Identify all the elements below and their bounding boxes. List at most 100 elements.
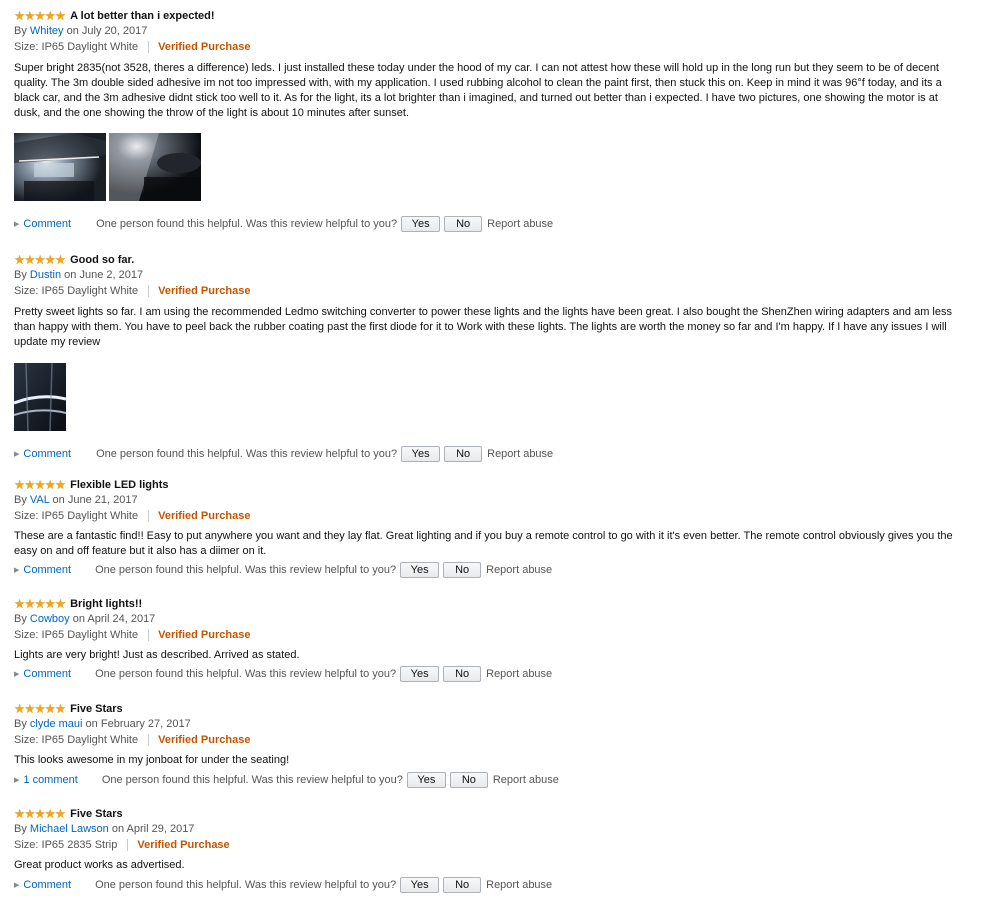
divider	[148, 510, 150, 522]
star-rating[interactable]: ★ ★ ★ ★ ★	[14, 8, 67, 23]
star-rating[interactable]: ★ ★ ★ ★ ★	[14, 806, 67, 821]
on-label: on	[52, 494, 65, 506]
on-label: on	[72, 613, 85, 625]
verified-purchase-badge: Verified Purchase	[158, 41, 251, 53]
divider	[148, 734, 150, 746]
helpful-yes-button[interactable]: Yes	[400, 562, 440, 578]
review-size: Size: IP65 Daylight White	[14, 285, 139, 297]
review-images	[14, 363, 989, 431]
star-icon: ★	[54, 701, 67, 716]
report-abuse-link[interactable]: Report abuse	[493, 774, 559, 786]
triangle-right-icon: ▶	[14, 777, 20, 784]
helpful-yes-button[interactable]: Yes	[400, 666, 440, 682]
review-5: ★ ★ ★ ★ ★ Five Stars By clyde maui on Februa…	[14, 700, 989, 768]
star-rating[interactable]: ★ ★ ★ ★ ★	[14, 477, 67, 492]
review-title[interactable]: A lot better than i expected!	[70, 10, 214, 22]
review-body: Super bright 2835(not 3528, theres a dif…	[14, 62, 942, 119]
helpful-no-button[interactable]: No	[444, 446, 483, 462]
helpful-yes-button[interactable]: Yes	[400, 877, 440, 893]
star-icon: ★	[54, 477, 67, 492]
review-size: Size: IP65 Daylight White	[14, 41, 139, 53]
triangle-right-icon: ▶	[14, 451, 20, 458]
report-abuse-link[interactable]: Report abuse	[487, 448, 553, 460]
divider	[127, 839, 129, 851]
review-title-row: ★ ★ ★ ★ ★ Bright lights!!	[14, 595, 989, 612]
review-actions: ▶ Comment One person found this helpful.…	[14, 445, 553, 463]
review-size: Size: IP65 Daylight White	[14, 629, 139, 641]
helpful-yes-button[interactable]: Yes	[401, 216, 441, 232]
star-rating[interactable]: ★ ★ ★ ★ ★	[14, 701, 67, 716]
review-body: Lights are very bright! Just as describe…	[14, 649, 300, 661]
review-6: ★ ★ ★ ★ ★ Five Stars By Michael Lawson on Ap…	[14, 805, 989, 873]
helpful-no-button[interactable]: No	[449, 772, 488, 788]
review-author-link[interactable]: Dustin	[30, 269, 61, 281]
report-abuse-link[interactable]: Report abuse	[486, 879, 552, 891]
helpful-text: One person found this helpful. Was this …	[96, 448, 398, 460]
review-title-row: ★ ★ ★ ★ ★ A lot better than i expected!	[14, 7, 989, 24]
review-author-link[interactable]: VAL	[30, 494, 50, 506]
by-label: By	[14, 718, 27, 730]
review-author-link[interactable]: Whitey	[30, 25, 64, 37]
star-icon: ★	[54, 596, 67, 611]
review-meta: By Whitey on July 20, 2017	[14, 24, 989, 39]
divider	[148, 629, 150, 641]
verified-purchase-badge: Verified Purchase	[158, 285, 251, 297]
review-author-link[interactable]: Cowboy	[30, 613, 70, 625]
verified-purchase-badge: Verified Purchase	[158, 510, 251, 522]
helpful-no-button[interactable]: No	[444, 216, 483, 232]
star-icon: ★	[54, 806, 67, 821]
verified-purchase-badge: Verified Purchase	[137, 839, 230, 851]
comment-link[interactable]: 1 comment	[23, 774, 77, 786]
review-title[interactable]: Five Stars	[70, 808, 123, 820]
helpful-no-button[interactable]: No	[443, 877, 482, 893]
review-size-row: Size: IP65 2835 Strip Verified Purchase	[14, 837, 989, 853]
review-image-light-throw[interactable]	[109, 133, 201, 201]
review-title[interactable]: Bright lights!!	[70, 598, 142, 610]
report-abuse-link[interactable]: Report abuse	[486, 668, 552, 680]
helpful-yes-button[interactable]: Yes	[406, 772, 446, 788]
star-icon: ★	[54, 8, 67, 23]
review-size: Size: IP65 Daylight White	[14, 510, 139, 522]
review-size-row: Size: IP65 Daylight White Verified Purch…	[14, 508, 989, 524]
review-date: April 29, 2017	[126, 823, 195, 835]
triangle-right-icon: ▶	[14, 882, 20, 889]
helpful-text: One person found this helpful. Was this …	[101, 774, 403, 786]
review-title[interactable]: Good so far.	[70, 254, 134, 266]
review-date: July 20, 2017	[81, 25, 148, 37]
by-label: By	[14, 269, 27, 281]
star-rating[interactable]: ★ ★ ★ ★ ★	[14, 253, 66, 266]
divider	[148, 285, 150, 297]
report-abuse-link[interactable]: Report abuse	[487, 218, 553, 230]
comment-link[interactable]: Comment	[23, 879, 71, 891]
review-size-row: Size: IP65 Daylight White Verified Purch…	[14, 39, 989, 55]
review-title[interactable]: Five Stars	[70, 703, 123, 715]
comment-link[interactable]: Comment	[23, 448, 71, 460]
triangle-right-icon: ▶	[14, 221, 20, 228]
review-title-row: ★ ★ ★ ★ ★ Flexible LED lights	[14, 476, 989, 493]
review-size: Size: IP65 Daylight White	[14, 734, 139, 746]
review-meta: By Dustin on June 2, 2017	[14, 268, 989, 283]
comment-link[interactable]: Comment	[23, 564, 71, 576]
review-image-engine-bay[interactable]	[14, 133, 106, 201]
review-body: Great product works as advertised.	[14, 859, 185, 871]
review-4: ★ ★ ★ ★ ★ Bright lights!! By Cowboy on April…	[14, 595, 989, 663]
review-date: June 21, 2017	[67, 494, 138, 506]
report-abuse-link[interactable]: Report abuse	[486, 564, 552, 576]
triangle-right-icon: ▶	[14, 671, 20, 678]
review-2: ★ ★ ★ ★ ★ Good so far. By Dustin on June 2, …	[14, 251, 989, 431]
helpful-text: One person found this helpful. Was this …	[95, 564, 397, 576]
comment-link[interactable]: Comment	[23, 668, 71, 680]
review-author-link[interactable]: clyde maui	[30, 718, 83, 730]
helpful-no-button[interactable]: No	[443, 666, 482, 682]
review-title[interactable]: Flexible LED lights	[70, 479, 168, 491]
helpful-yes-button[interactable]: Yes	[401, 446, 441, 462]
review-size-row: Size: IP65 Daylight White Verified Purch…	[14, 732, 989, 748]
review-body: Pretty sweet lights so far. I am using t…	[14, 306, 952, 348]
on-label: on	[66, 25, 79, 37]
comment-link[interactable]: Comment	[23, 218, 71, 230]
review-author-link[interactable]: Michael Lawson	[30, 823, 109, 835]
star-rating[interactable]: ★ ★ ★ ★ ★	[14, 596, 67, 611]
helpful-no-button[interactable]: No	[443, 562, 482, 578]
review-actions: ▶ 1 comment One person found this helpfu…	[14, 771, 559, 789]
review-image-led-strip[interactable]	[14, 363, 66, 431]
